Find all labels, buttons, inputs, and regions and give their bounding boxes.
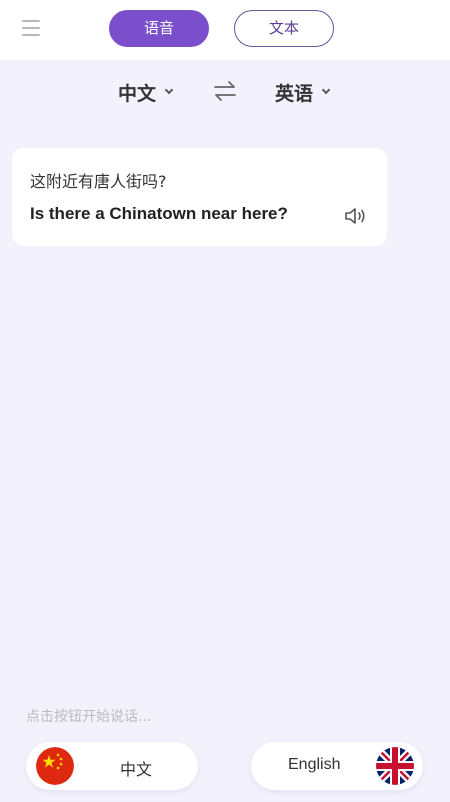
source-text: 这附近有唐人街吗? bbox=[30, 172, 167, 191]
target-language-select[interactable]: 英语 bbox=[275, 76, 331, 108]
tab-voice[interactable]: 语音 bbox=[109, 10, 209, 47]
top-bar: 语音 文本 bbox=[0, 0, 450, 60]
chevron-down-icon bbox=[321, 85, 331, 95]
swap-icon[interactable] bbox=[212, 80, 238, 102]
chevron-down-icon bbox=[164, 85, 174, 95]
china-flag-icon bbox=[36, 747, 74, 785]
menu-icon[interactable] bbox=[22, 20, 42, 38]
conversation-bubble: 这附近有唐人街吗? Is there a Chinatown near here… bbox=[12, 148, 387, 246]
speak-hint: 点击按钮开始说话... bbox=[26, 709, 152, 725]
speak-english-label: English bbox=[288, 756, 341, 773]
source-language-label: 中文 bbox=[118, 82, 157, 105]
speak-chinese-label: 中文 bbox=[120, 762, 153, 779]
language-selector-row: 中文 英语 bbox=[0, 62, 450, 122]
speak-english-button[interactable]: English bbox=[251, 742, 423, 790]
translator-app: 语音 文本 中文 英语 这附近有唐人街吗? Is there a Chinato… bbox=[0, 0, 450, 802]
source-language-select[interactable]: 中文 bbox=[118, 76, 174, 108]
translated-text: Is there a Chinatown near here? bbox=[30, 204, 288, 223]
target-language-label: 英语 bbox=[275, 82, 314, 105]
speaker-icon[interactable] bbox=[344, 206, 368, 226]
uk-flag-icon bbox=[376, 747, 414, 785]
tab-text[interactable]: 文本 bbox=[234, 10, 334, 47]
speak-chinese-button[interactable]: 中文 bbox=[26, 742, 198, 790]
